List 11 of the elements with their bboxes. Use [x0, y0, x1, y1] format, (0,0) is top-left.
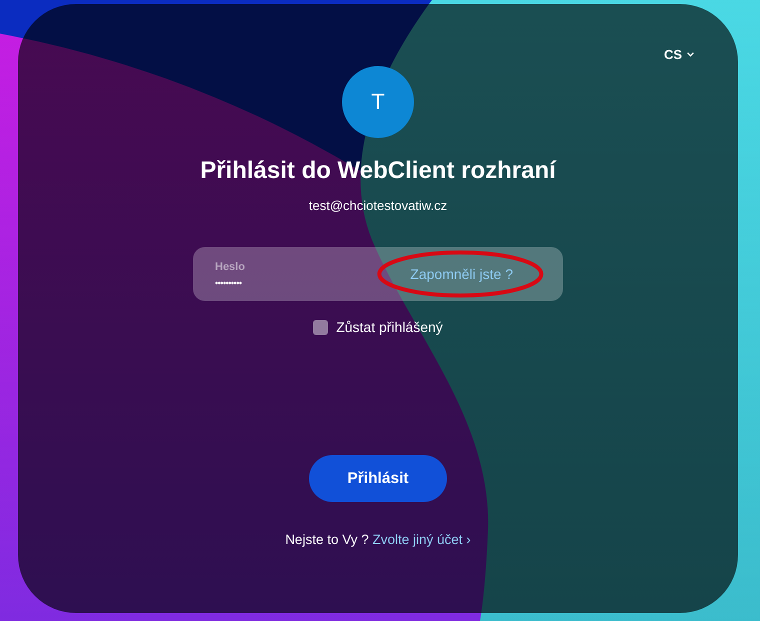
language-selector[interactable]: CS [664, 44, 694, 64]
chevron-down-icon [687, 52, 694, 56]
remember-label: Zůstat přihlášený [336, 318, 443, 336]
remember-checkbox[interactable] [313, 320, 328, 334]
password-label: Heslo [215, 260, 246, 274]
password-field[interactable]: Heslo •••••••••• Zapomněli jste ? [193, 247, 563, 301]
switch-account-text: Nejste to Vy ? Zvolte jiný účet › [285, 532, 471, 548]
switch-account-link[interactable]: Zvolte jiný účet › [372, 532, 471, 547]
login-button[interactable]: Přihlásit [309, 455, 447, 502]
account-email: test@chciotestovatiw.cz [308, 198, 448, 214]
login-title: Přihlásit do WebClient rozhraní [200, 157, 556, 185]
